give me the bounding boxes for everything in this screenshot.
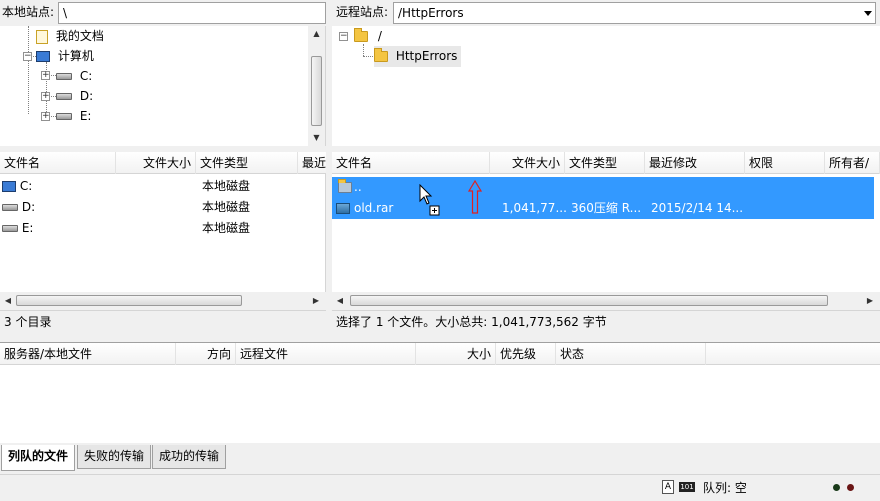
local-file-row[interactable]: D: 本地磁盘 — [0, 197, 326, 218]
documents-icon — [36, 29, 48, 44]
remote-list-header: 文件名 文件大小 文件类型 最近修改 权限 所有者/ — [332, 152, 880, 174]
tree-item-label: C: — [79, 69, 93, 83]
remote-file-row[interactable]: old.rar 1,041,77... 360压缩 R... 2015/2/14… — [332, 198, 874, 219]
remote-tree[interactable]: − / HttpErrors — [332, 26, 880, 146]
column-header-remote-file[interactable]: 远程文件 — [236, 343, 416, 365]
filter-icon[interactable]: A — [662, 480, 674, 494]
tree-item-label: 计算机 — [57, 49, 94, 63]
computer-icon — [36, 51, 50, 62]
binary-mode-icon[interactable]: 101 — [679, 482, 695, 492]
expand-icon[interactable]: + — [41, 112, 50, 121]
expand-icon[interactable]: + — [41, 92, 50, 101]
collapse-icon[interactable]: − — [339, 32, 348, 41]
column-header-name[interactable]: 文件名 — [332, 152, 490, 174]
column-header-status[interactable]: 状态 — [556, 343, 706, 365]
receive-indicator-icon — [847, 484, 854, 491]
column-header-size[interactable]: 文件大小 — [116, 152, 196, 174]
scroll-thumb[interactable] — [350, 295, 828, 306]
column-header-type[interactable]: 文件类型 — [196, 152, 298, 174]
local-file-list[interactable]: 文件名 文件大小 文件类型 最近 C: 本地磁盘 D: 本地磁盘 E: 本地磁盘… — [0, 152, 328, 309]
local-status: 3 个目录 — [0, 310, 326, 332]
tree-item-label: 我的文档 — [55, 29, 104, 43]
column-header-priority[interactable]: 优先级 — [496, 343, 556, 365]
remote-status: 选择了 1 个文件。大小总共: 1,041,773,562 字节 — [332, 310, 880, 332]
tree-item-label: D: — [79, 89, 94, 103]
local-path-combo[interactable]: \ — [58, 2, 326, 24]
drive-icon — [2, 181, 16, 192]
collapse-icon[interactable]: − — [23, 52, 32, 61]
folder-icon — [374, 48, 388, 62]
tree-item-d[interactable]: D: — [56, 86, 93, 107]
drag-cursor-icon — [419, 184, 440, 216]
rar-file-icon — [336, 203, 350, 214]
drive-icon — [56, 113, 72, 120]
column-header-owner[interactable]: 所有者/ — [825, 152, 880, 174]
remote-list-hscroll[interactable]: ◀ ▶ — [332, 292, 880, 309]
drive-icon — [56, 93, 72, 100]
remote-file-list[interactable]: 文件名 文件大小 文件类型 最近修改 权限 所有者/ .. old.rar 1,… — [332, 152, 880, 309]
local-path-value: \ — [63, 6, 68, 20]
column-header-permissions[interactable]: 权限 — [745, 152, 825, 174]
queue-status: 队列: 空 — [703, 481, 747, 495]
column-header-direction[interactable]: 方向 — [176, 343, 236, 365]
annotation-arrow-icon — [468, 180, 482, 214]
tree-item-documents[interactable]: 我的文档 — [36, 26, 104, 47]
local-site-label: 本地站点: — [2, 5, 55, 19]
folder-icon — [354, 28, 368, 42]
column-header-local-file[interactable]: 服务器/本地文件 — [0, 343, 176, 365]
expand-icon[interactable]: + — [41, 71, 50, 80]
tree-item-httperrors[interactable]: HttpErrors — [374, 46, 462, 67]
tree-item-label: / — [377, 29, 382, 43]
local-file-row[interactable]: C: 本地磁盘 — [0, 176, 326, 197]
chevron-down-icon[interactable] — [864, 11, 872, 16]
local-list-hscroll[interactable]: ◀ ▶ — [0, 292, 326, 309]
local-tree-scrollbar[interactable]: ▲ ▼ — [308, 26, 325, 146]
remote-file-row[interactable]: .. — [332, 177, 874, 198]
column-header-modified[interactable]: 最近修改 — [645, 152, 745, 174]
queue-header: 服务器/本地文件 方向 远程文件 大小 优先级 状态 — [0, 343, 880, 365]
tree-item-root[interactable]: / — [354, 26, 382, 47]
tab-successful-transfers[interactable]: 成功的传输 — [152, 445, 227, 469]
drive-icon — [2, 204, 18, 211]
scroll-left-icon[interactable]: ◀ — [0, 292, 16, 309]
scroll-left-icon[interactable]: ◀ — [332, 292, 348, 309]
transfer-queue[interactable]: 服务器/本地文件 方向 远程文件 大小 优先级 状态 — [0, 342, 880, 443]
scroll-down-icon[interactable]: ▼ — [308, 130, 325, 146]
column-header-type[interactable]: 文件类型 — [565, 152, 645, 174]
column-header-modified[interactable]: 最近 — [298, 152, 328, 174]
tree-item-computer[interactable]: 计算机 — [36, 46, 94, 67]
tree-item-e[interactable]: E: — [56, 106, 91, 127]
drive-icon — [2, 225, 18, 232]
tree-item-label: HttpErrors — [395, 49, 458, 63]
send-indicator-icon — [833, 484, 840, 491]
scroll-up-icon[interactable]: ▲ — [308, 26, 325, 42]
status-bar: A 101 队列: 空 — [0, 474, 880, 501]
tree-item-label: E: — [79, 109, 92, 123]
column-header-name[interactable]: 文件名 — [0, 152, 116, 174]
local-list-header: 文件名 文件大小 文件类型 最近 — [0, 152, 328, 174]
column-header-size[interactable]: 文件大小 — [490, 152, 565, 174]
scroll-thumb[interactable] — [311, 56, 322, 126]
parent-folder-icon — [338, 179, 352, 193]
tree-item-c[interactable]: C: — [56, 66, 92, 87]
scroll-right-icon[interactable]: ▶ — [308, 292, 324, 309]
local-file-row[interactable]: E: 本地磁盘 — [0, 218, 326, 239]
column-header-size[interactable]: 大小 — [416, 343, 496, 365]
scroll-thumb[interactable] — [16, 295, 242, 306]
scroll-right-icon[interactable]: ▶ — [862, 292, 878, 309]
drive-icon — [56, 73, 72, 80]
local-tree[interactable]: 我的文档 − 计算机 + C: + D: + E: ▲ ▼ — [0, 26, 326, 146]
remote-path-combo[interactable]: /HttpErrors — [393, 2, 876, 24]
remote-path-value: /HttpErrors — [398, 6, 464, 20]
remote-site-label: 远程站点: — [336, 5, 389, 19]
tab-failed-transfers[interactable]: 失败的传输 — [77, 445, 152, 469]
tab-queued-files[interactable]: 列队的文件 — [1, 445, 76, 471]
